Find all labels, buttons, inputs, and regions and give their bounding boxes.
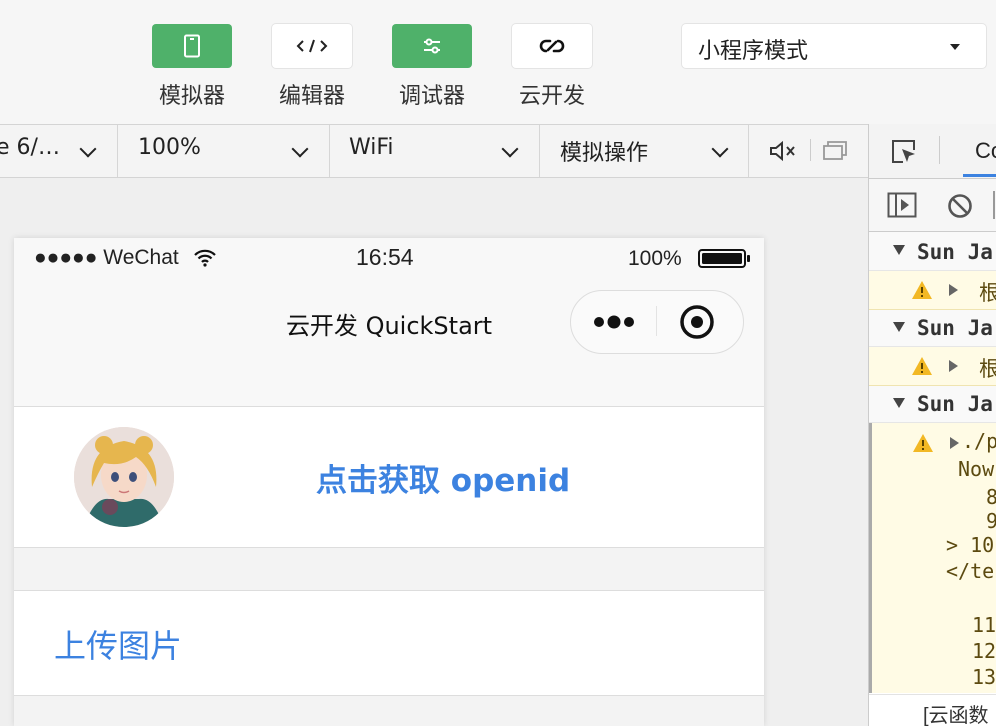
divider bbox=[939, 136, 940, 164]
expand-triangle-icon bbox=[893, 322, 905, 332]
zoom-select[interactable]: 100% bbox=[118, 125, 330, 177]
network-select[interactable]: WiFi bbox=[330, 125, 540, 177]
editor-button[interactable] bbox=[272, 24, 352, 68]
expand-arrow-icon bbox=[950, 437, 959, 449]
code-line: 8 bbox=[986, 485, 996, 509]
detach-window-button[interactable] bbox=[822, 139, 848, 168]
code-line: ./p bbox=[962, 429, 996, 453]
expand-triangle-icon bbox=[893, 398, 905, 408]
simulator-button[interactable] bbox=[152, 24, 232, 68]
battery-percent: 100% bbox=[628, 247, 682, 270]
console-toolbar bbox=[869, 179, 996, 232]
cloud-label: 云开发 bbox=[518, 84, 585, 109]
cloud-button[interactable] bbox=[512, 24, 592, 68]
user-card: 点击获取 openid bbox=[14, 406, 764, 548]
mute-button[interactable] bbox=[768, 139, 798, 168]
status-bar: ●●●●● WeChat 16:54 100% bbox=[14, 238, 764, 278]
close-circle-icon[interactable] bbox=[679, 304, 715, 340]
operation-select[interactable]: 模拟操作 bbox=[540, 125, 749, 177]
device-select-value: e 6/… bbox=[0, 135, 60, 160]
mode-select[interactable]: 小程序模式 bbox=[682, 24, 986, 68]
upload-card: 上传图片 bbox=[14, 590, 764, 696]
log-group-title: Sun Ja bbox=[917, 316, 993, 340]
code-line: > 10 bbox=[946, 533, 995, 557]
log-group-title: Sun Ja bbox=[917, 240, 993, 264]
code-line: 12 bbox=[972, 639, 996, 663]
code-line: 9 bbox=[986, 509, 996, 533]
mode-select-value: 小程序模式 bbox=[698, 39, 809, 64]
cloud-link-icon bbox=[539, 39, 565, 53]
active-tab-indicator bbox=[963, 174, 996, 177]
get-openid-button[interactable]: 点击获取 openid bbox=[316, 455, 570, 500]
clear-console-icon[interactable] bbox=[947, 193, 973, 219]
warning-icon bbox=[913, 434, 933, 452]
expand-arrow-icon bbox=[949, 360, 958, 372]
capsule-divider bbox=[656, 306, 657, 336]
warning-log-row[interactable]: 根 bbox=[869, 271, 996, 310]
chevron-down-icon bbox=[711, 140, 729, 158]
console-footer-row: [云函数 bbox=[869, 694, 996, 726]
phone-simulator: ●●●●● WeChat 16:54 100% 云开发 QuickStart 点… bbox=[14, 238, 764, 726]
chevron-down-icon bbox=[501, 140, 519, 158]
divider bbox=[993, 191, 995, 219]
code-icon bbox=[296, 39, 328, 53]
speaker-muted-icon bbox=[770, 140, 795, 162]
warning-icon bbox=[912, 357, 932, 375]
warning-code-block[interactable]: ./p Now 8 9 > 10 </te 11 12 13 bbox=[869, 423, 996, 693]
capsule-menu bbox=[570, 290, 744, 354]
device-select[interactable]: e 6/… bbox=[0, 125, 118, 177]
console-tab[interactable]: Co bbox=[975, 138, 996, 164]
phone-icon bbox=[184, 34, 200, 58]
editor-tool[interactable]: 编辑器 bbox=[272, 24, 352, 110]
code-line: </te bbox=[946, 559, 995, 583]
simulator-settings-bar: e 6/… 100% WiFi 模拟操作 bbox=[0, 125, 868, 178]
network-select-value: WiFi bbox=[349, 135, 394, 160]
sidebar-toggle-icon[interactable] bbox=[887, 192, 917, 218]
log-group-header[interactable]: Sun Ja bbox=[869, 232, 996, 271]
log-group-header[interactable]: Sun Ja bbox=[869, 386, 996, 423]
debugger-label: 调试器 bbox=[398, 84, 465, 109]
carrier-label: ●●●●● WeChat bbox=[34, 246, 179, 269]
warning-icon bbox=[912, 281, 932, 299]
code-line: Now bbox=[958, 457, 995, 481]
wifi-icon bbox=[194, 249, 216, 267]
divider bbox=[810, 139, 811, 161]
editor-label: 编辑器 bbox=[278, 84, 345, 109]
chevron-down-icon bbox=[291, 140, 309, 158]
simulator-label: 模拟器 bbox=[158, 84, 225, 109]
cloud-tool[interactable]: 云开发 bbox=[512, 24, 592, 110]
devtools-tabbar: Co bbox=[869, 124, 996, 179]
inspect-cursor-icon[interactable] bbox=[889, 138, 919, 166]
avatar[interactable] bbox=[74, 427, 174, 527]
top-toolbar: 模拟器 编辑器 调试器 云开发 小程序模式 bbox=[0, 0, 996, 125]
caret-down-icon bbox=[950, 44, 960, 50]
expand-arrow-icon bbox=[949, 284, 958, 296]
chevron-down-icon bbox=[79, 140, 97, 158]
operation-select-value: 模拟操作 bbox=[560, 141, 649, 166]
window-icon bbox=[823, 141, 847, 160]
upload-image-link[interactable]: 上传图片 bbox=[54, 621, 182, 667]
log-group-title: Sun Ja bbox=[917, 392, 993, 416]
more-dots-icon[interactable] bbox=[591, 311, 639, 333]
code-line: 13 bbox=[972, 665, 996, 689]
clock-time: 16:54 bbox=[356, 244, 414, 270]
warning-text: 根 bbox=[979, 353, 996, 383]
simulator-tool[interactable]: 模拟器 bbox=[152, 24, 232, 110]
debugger-tool[interactable]: 调试器 bbox=[392, 24, 472, 110]
battery-icon bbox=[698, 249, 750, 268]
sliders-icon bbox=[424, 38, 440, 54]
devtools-panel: Co Sun Ja 根 Sun Ja 根 Sun Ja ./p Now 8 9 … bbox=[868, 124, 996, 726]
expand-triangle-icon bbox=[893, 245, 905, 255]
avatar-illustration bbox=[74, 427, 174, 527]
log-group-header[interactable]: Sun Ja bbox=[869, 310, 996, 347]
footer-text: [云函数 bbox=[923, 705, 989, 726]
warning-log-row[interactable]: 根 bbox=[869, 347, 996, 386]
nav-bar: 云开发 QuickStart bbox=[14, 278, 764, 409]
debugger-button[interactable] bbox=[392, 24, 472, 68]
code-line: 11 bbox=[972, 613, 996, 637]
zoom-select-value: 100% bbox=[138, 135, 201, 160]
warning-text: 根 bbox=[979, 277, 996, 307]
